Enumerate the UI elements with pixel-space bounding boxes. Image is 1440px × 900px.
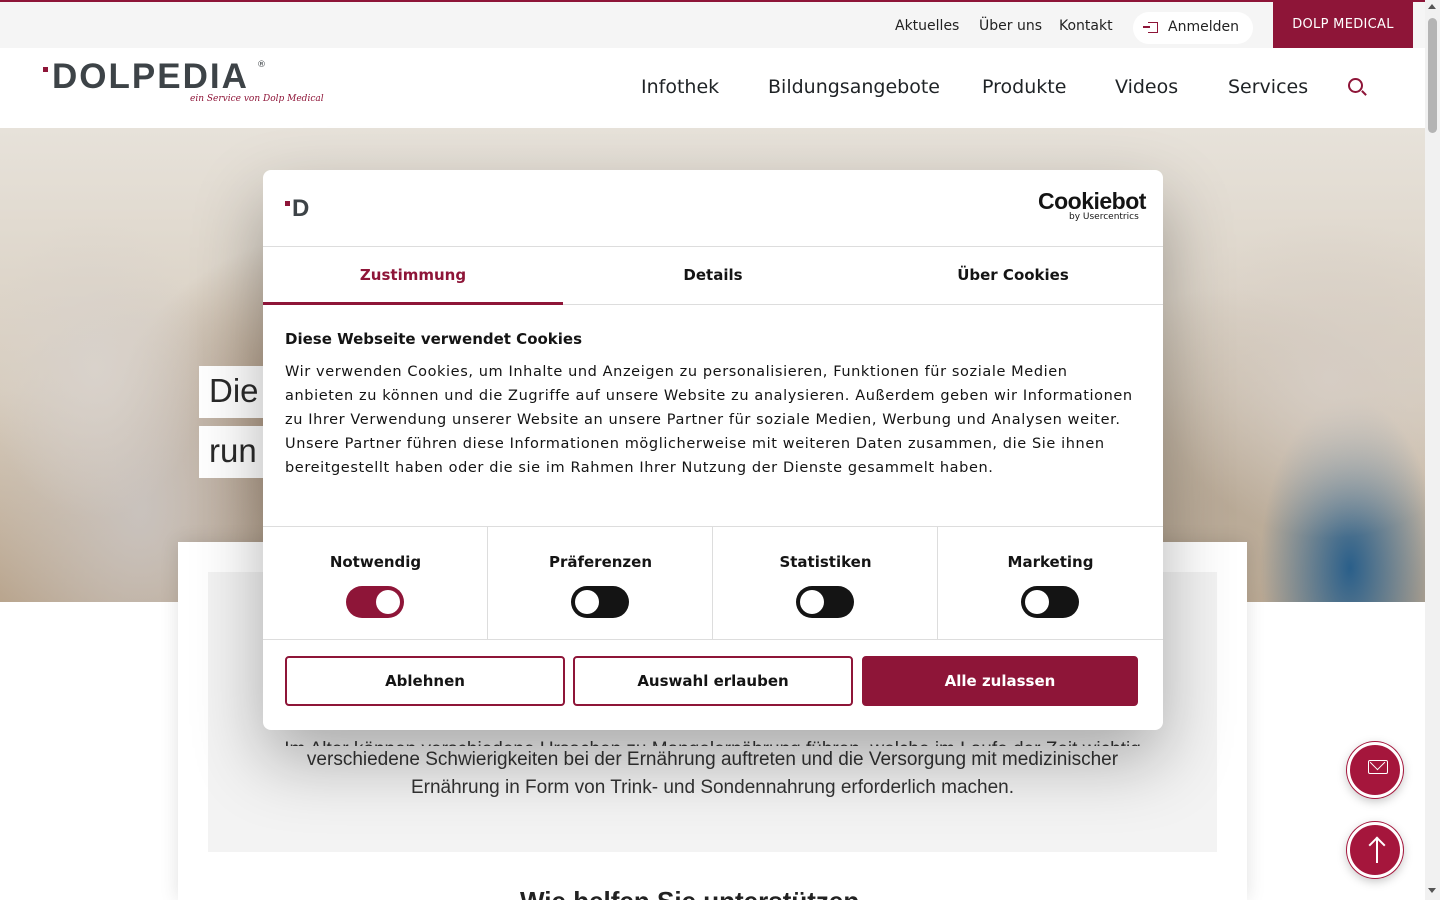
toggle-knob xyxy=(800,590,824,614)
intro-text-cut: Im Alter können verschiedene Ursachen zu… xyxy=(240,736,1185,746)
nav-videos[interactable]: Videos xyxy=(1115,76,1178,98)
hero-title-line-1: Die xyxy=(199,366,269,418)
category-label: Notwendig xyxy=(329,553,422,571)
toggle-knob xyxy=(575,590,599,614)
toggle-notwendig[interactable] xyxy=(346,586,404,618)
scrollbar-thumb[interactable] xyxy=(1428,18,1437,133)
dolp-medical-button[interactable]: DOLP MEDICAL xyxy=(1273,2,1413,48)
tab-details[interactable]: Details xyxy=(563,247,863,305)
category-notwendig: Notwendig xyxy=(263,527,488,640)
logo-tagline: ein Service von Dolp Medical xyxy=(190,94,324,104)
category-label: Präferenzen xyxy=(548,553,653,571)
main-header: DOLPEDIA ® ein Service von Dolp Medical … xyxy=(0,48,1425,128)
cookiebot-byline: by Usercentrics xyxy=(1069,212,1139,222)
category-label: Marketing xyxy=(1007,553,1094,571)
cookiebot-logo[interactable]: Cookiebot xyxy=(1038,188,1146,215)
toggle-knob xyxy=(376,590,400,614)
link-kontakt[interactable]: Kontakt xyxy=(1059,18,1113,34)
site-logo-mark: D xyxy=(292,195,310,222)
hero-title-line-2: run xyxy=(199,426,267,478)
logo-registered-mark: ® xyxy=(257,60,266,70)
intro-text-line-1: verschiedene Schwierigkeiten bei der Ern… xyxy=(306,749,1119,770)
nav-services[interactable]: Services xyxy=(1228,76,1308,98)
scroll-down-arrow-icon[interactable] xyxy=(1428,888,1436,893)
cookie-title: Diese Webseite verwendet Cookies xyxy=(285,330,583,348)
search-icon[interactable] xyxy=(1348,78,1363,93)
toggle-statistiken[interactable] xyxy=(796,586,854,618)
cookie-dialog-header: D Cookiebot by Usercentrics xyxy=(263,170,1163,247)
login-label: Anmelden xyxy=(1168,19,1239,35)
allow-selection-button[interactable]: Auswahl erlauben xyxy=(573,656,853,706)
category-praeferenzen: Präferenzen xyxy=(488,527,713,640)
scroll-to-top-button[interactable] xyxy=(1347,822,1403,878)
logo-text: DOLPEDIA xyxy=(52,57,249,96)
cookie-category-toggles: Notwendig Präferenzen Statistiken Market… xyxy=(263,526,1163,640)
contact-mail-icon xyxy=(1368,760,1388,774)
nav-infothek[interactable]: Infothek xyxy=(641,76,719,98)
scroll-up-arrow-icon[interactable] xyxy=(1428,4,1436,9)
cookie-tabs: Zustimmung Details Über Cookies xyxy=(263,247,1163,305)
category-statistiken: Statistiken xyxy=(713,527,938,640)
link-ueber-uns[interactable]: Über uns xyxy=(979,18,1042,34)
nav-produkte[interactable]: Produkte xyxy=(982,76,1066,98)
tab-zustimmung[interactable]: Zustimmung xyxy=(263,247,563,305)
category-marketing: Marketing xyxy=(938,527,1163,640)
toggle-praeferenzen[interactable] xyxy=(571,586,629,618)
intro-text-line-2: Ernährung in Form von Trink- und Sondenn… xyxy=(410,777,1015,798)
toggle-marketing[interactable] xyxy=(1021,586,1079,618)
site-logo-dot xyxy=(285,201,290,206)
tab-ueber-cookies[interactable]: Über Cookies xyxy=(863,247,1163,305)
page-scrollbar[interactable] xyxy=(1425,0,1440,900)
link-aktuelles[interactable]: Aktuelles xyxy=(895,18,959,34)
cookie-description: Wir verwenden Cookies, um Inhalte und An… xyxy=(285,364,1133,476)
toggle-knob xyxy=(1025,590,1049,614)
login-button[interactable]: Anmelden xyxy=(1133,12,1253,44)
utility-bar: Aktuelles Über uns Kontakt Anmelden xyxy=(0,2,1425,48)
intro-text: Im Alter können verschiedene Ursachen zu… xyxy=(240,736,1185,802)
category-label: Statistiken xyxy=(779,553,872,571)
allow-all-button[interactable]: Alle zulassen xyxy=(862,656,1138,706)
contact-button[interactable] xyxy=(1347,742,1403,798)
decline-button[interactable]: Ablehnen xyxy=(285,656,565,706)
logo-dot xyxy=(43,67,48,72)
nav-bildungsangebote[interactable]: Bildungsangebote xyxy=(768,76,940,98)
login-icon xyxy=(1143,22,1158,33)
cookie-consent-dialog: D Cookiebot by Usercentrics Zustimmung D… xyxy=(263,170,1163,730)
section-heading: Wie helfen Sie unterstützen xyxy=(520,886,859,900)
arrow-up-icon xyxy=(1376,839,1378,863)
